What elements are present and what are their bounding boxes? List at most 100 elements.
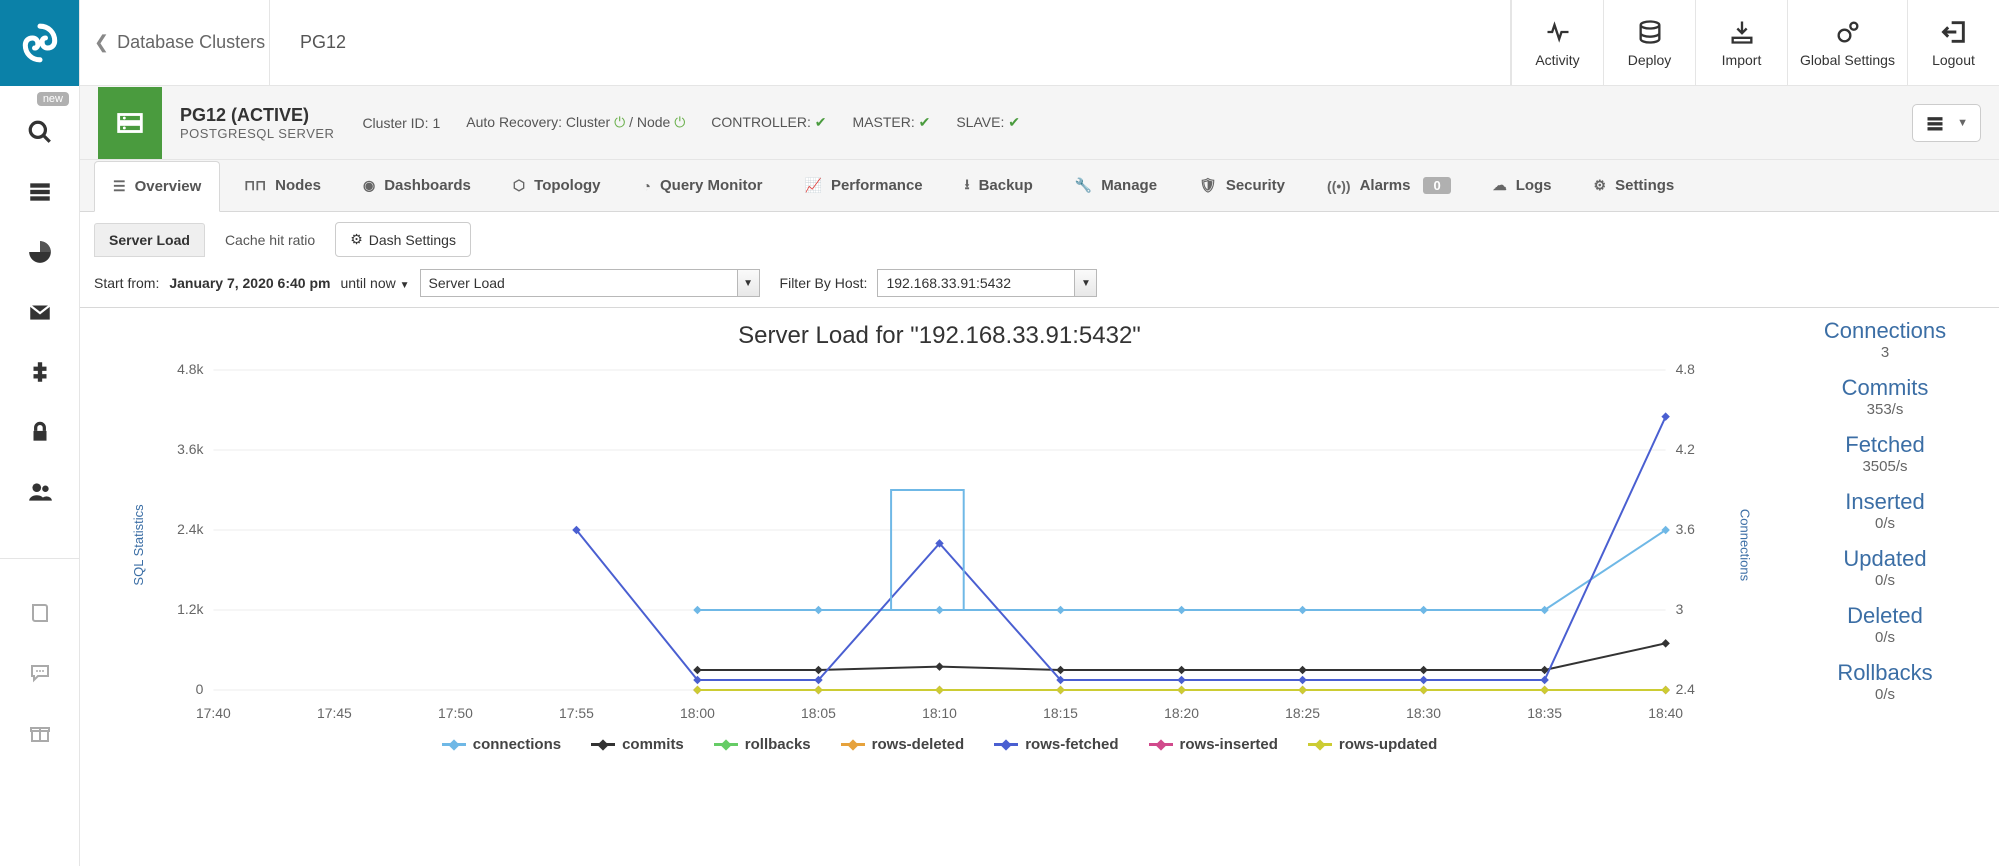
master-status: MASTER: ✔ — [852, 114, 930, 131]
tab-backup[interactable]: ⭳Backup — [947, 160, 1051, 211]
start-from-label: Start from: — [94, 275, 159, 291]
logout-button[interactable]: Logout — [1907, 0, 1999, 85]
legend-rows-fetched[interactable]: rows-fetched — [994, 736, 1118, 753]
svg-text:18:40: 18:40 — [1648, 705, 1683, 721]
legend-rows-inserted[interactable]: rows-inserted — [1149, 736, 1278, 753]
tab-logs[interactable]: ☁Logs — [1475, 160, 1570, 211]
sidebar: new — [0, 0, 80, 866]
svg-text:4.2: 4.2 — [1676, 441, 1696, 457]
users-icon[interactable] — [26, 478, 54, 506]
metric-select[interactable]: Server Load▼ — [420, 269, 760, 297]
gears-icon — [1834, 18, 1862, 46]
breadcrumb-current: PG12 — [270, 32, 346, 53]
mail-icon[interactable] — [26, 298, 54, 326]
cluster-subtitle: POSTGRESQL SERVER — [180, 126, 334, 141]
main-tabs: ☰Overview ⊓⊓Nodes ◉Dashboards ⬡Topology … — [80, 160, 1999, 212]
pie-chart-icon[interactable] — [26, 238, 54, 266]
svg-text:4.8k: 4.8k — [177, 361, 203, 377]
logo[interactable] — [0, 0, 79, 86]
tab-dashboards[interactable]: ◉Dashboards — [345, 160, 489, 211]
svg-text:17:55: 17:55 — [559, 705, 594, 721]
book-icon[interactable] — [26, 599, 54, 627]
stat-item: Commits353/s — [1785, 375, 1985, 418]
stat-item: Inserted0/s — [1785, 489, 1985, 532]
stat-item: Fetched3505/s — [1785, 432, 1985, 475]
servers-icon[interactable] — [26, 178, 54, 206]
legend-rows-deleted[interactable]: rows-deleted — [841, 736, 965, 753]
filter-row: Start from: January 7, 2020 6:40 pm unti… — [80, 263, 1999, 308]
tab-manage[interactable]: 🔧Manage — [1057, 160, 1175, 211]
filter-by-host-label: Filter By Host: — [780, 275, 868, 291]
logout-icon — [1940, 18, 1968, 46]
lock-icon[interactable] — [26, 418, 54, 446]
svg-text:18:05: 18:05 — [801, 705, 836, 721]
stats-panel: Connections3Commits353/sFetched3505/sIns… — [1785, 308, 1985, 759]
subtab-dash-settings[interactable]: ⚙Dash Settings — [335, 222, 471, 257]
svg-text:3: 3 — [1676, 601, 1684, 617]
svg-text:3.6: 3.6 — [1676, 521, 1696, 537]
cluster-id: Cluster ID: 1 — [362, 115, 440, 131]
tab-query-monitor[interactable]: ◔Query Monitor — [625, 160, 781, 211]
chevron-left-icon: ❮ — [94, 32, 109, 53]
gift-icon[interactable] — [26, 719, 54, 747]
import-button[interactable]: Import — [1695, 0, 1787, 85]
tab-performance[interactable]: 📈Performance — [787, 160, 941, 211]
chat-icon[interactable] — [26, 659, 54, 687]
server-icon — [1925, 113, 1945, 133]
search-icon[interactable] — [26, 118, 54, 146]
svg-text:18:35: 18:35 — [1527, 705, 1562, 721]
svg-text:2.4: 2.4 — [1676, 681, 1696, 697]
chevron-down-icon: ▼ — [737, 270, 759, 296]
stat-item: Updated0/s — [1785, 546, 1985, 589]
global-settings-button[interactable]: Global Settings — [1787, 0, 1907, 85]
svg-text:4.8: 4.8 — [1676, 361, 1696, 377]
host-select[interactable]: 192.168.33.91:5432▼ — [877, 269, 1097, 297]
sub-tabs: Server Load Cache hit ratio ⚙Dash Settin… — [80, 212, 1999, 263]
chevron-down-icon: ▼ — [1074, 270, 1096, 296]
legend-rows-updated[interactable]: rows-updated — [1308, 736, 1437, 753]
breadcrumb-back[interactable]: ❮ Database Clusters — [80, 0, 270, 85]
auto-recovery: Auto Recovery: Cluster ⏻ / Node ⏻ — [466, 114, 685, 131]
svg-text:3.6k: 3.6k — [177, 441, 203, 457]
legend-commits[interactable]: commits — [591, 736, 684, 753]
activity-button[interactable]: Activity — [1511, 0, 1603, 85]
controller-status: CONTROLLER: ✔ — [711, 114, 826, 131]
topbar: ❮ Database Clusters PG12 Activity Deploy… — [80, 0, 1999, 86]
svg-text:17:50: 17:50 — [438, 705, 473, 721]
svg-text:18:20: 18:20 — [1164, 705, 1199, 721]
svg-text:0: 0 — [196, 681, 204, 697]
svg-text:18:15: 18:15 — [1043, 705, 1078, 721]
tab-nodes[interactable]: ⊓⊓Nodes — [226, 160, 339, 211]
subtab-server-load[interactable]: Server Load — [94, 223, 205, 257]
import-icon — [1728, 18, 1756, 46]
until-label[interactable]: until now ▼ — [340, 275, 409, 291]
activity-icon — [1544, 18, 1572, 46]
deploy-icon — [1636, 18, 1664, 46]
tab-alarms[interactable]: ((•))Alarms0 — [1309, 160, 1469, 211]
plugin-icon[interactable] — [26, 358, 54, 386]
brand-icon — [19, 22, 61, 64]
cluster-icon — [98, 87, 162, 159]
legend-rollbacks[interactable]: rollbacks — [714, 736, 811, 753]
tab-overview[interactable]: ☰Overview — [94, 161, 220, 212]
stat-item: Deleted0/s — [1785, 603, 1985, 646]
gear-icon: ⚙ — [350, 231, 363, 248]
tab-settings[interactable]: ⚙Settings — [1576, 160, 1693, 211]
cluster-header: PG12 (ACTIVE) POSTGRESQL SERVER Cluster … — [80, 86, 1999, 160]
legend-connections[interactable]: connections — [442, 736, 561, 753]
cluster-menu-button[interactable]: ▼ — [1912, 104, 1981, 142]
start-from-value[interactable]: January 7, 2020 6:40 pm — [169, 275, 330, 291]
svg-text:2.4k: 2.4k — [177, 521, 203, 537]
deploy-button[interactable]: Deploy — [1603, 0, 1695, 85]
svg-text:18:25: 18:25 — [1285, 705, 1320, 721]
tab-topology[interactable]: ⬡Topology — [495, 160, 619, 211]
stat-item: Rollbacks0/s — [1785, 660, 1985, 703]
tab-security[interactable]: 🛡Security — [1181, 160, 1303, 211]
svg-text:17:40: 17:40 — [196, 705, 231, 721]
chart-legend: connections commits rollbacks rows-delet… — [94, 730, 1785, 759]
subtab-cache-hit[interactable]: Cache hit ratio — [211, 224, 329, 256]
svg-text:18:10: 18:10 — [922, 705, 957, 721]
slave-status: SLAVE: ✔ — [956, 114, 1020, 131]
svg-text:17:45: 17:45 — [317, 705, 352, 721]
cluster-title: PG12 (ACTIVE) — [180, 105, 334, 126]
